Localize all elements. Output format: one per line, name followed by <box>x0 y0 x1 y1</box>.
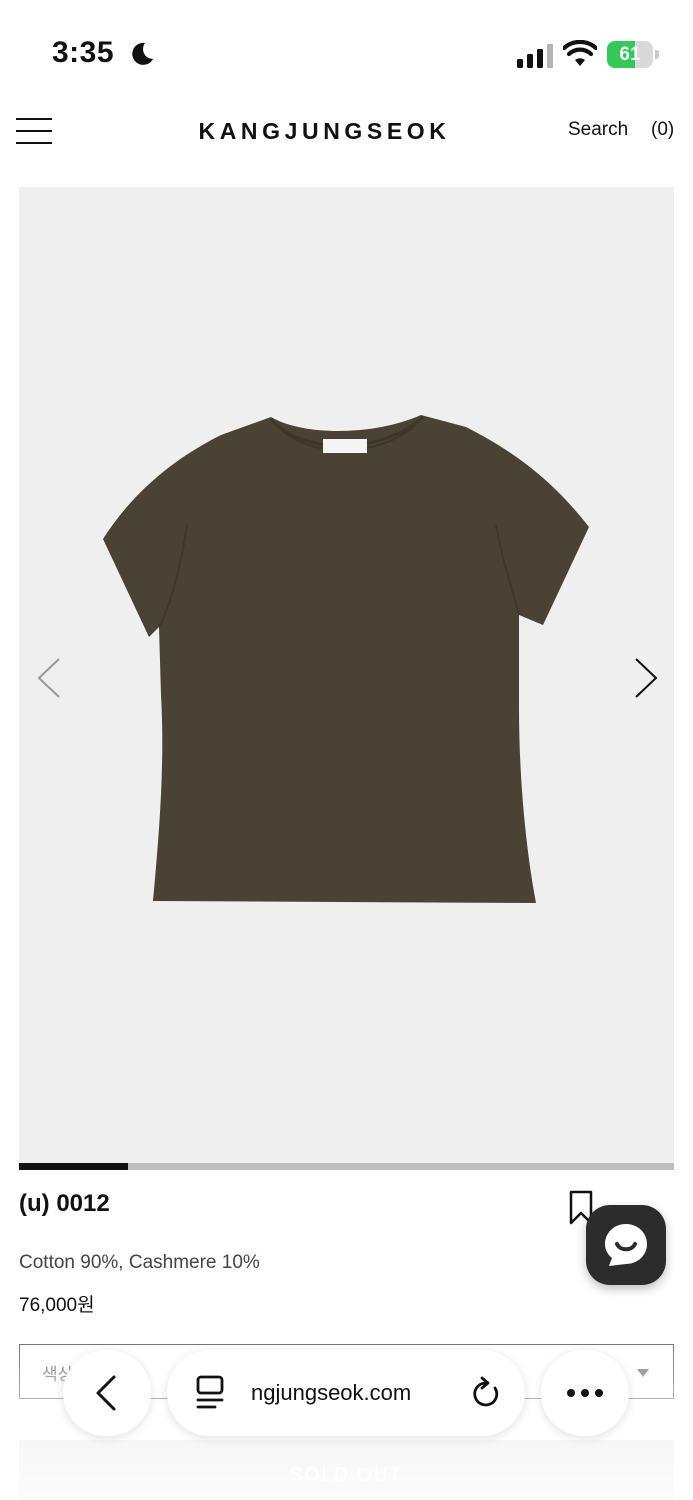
status-time: 3:35 <box>52 36 115 69</box>
browser-more-button[interactable] <box>541 1350 629 1436</box>
product-page: 3:35 61 KANGJUNGSEOK Search (0) (u) 0012… <box>0 0 693 1500</box>
moon-icon <box>132 42 153 65</box>
chevron-left-icon[interactable] <box>35 657 63 699</box>
reload-icon[interactable] <box>469 1376 503 1412</box>
product-material: Cotton 90%, Cashmere 10% <box>19 1252 260 1273</box>
chat-button[interactable] <box>586 1205 666 1285</box>
browser-back-button[interactable] <box>63 1350 151 1436</box>
wifi-icon <box>563 40 597 66</box>
url-text: ngjungseok.com <box>251 1380 412 1405</box>
product-price: 76,000원 <box>19 1295 95 1316</box>
search-link[interactable]: Search <box>568 119 628 141</box>
gallery-progress <box>19 1163 674 1170</box>
site-header: KANGJUNGSEOK Search (0) <box>0 100 693 164</box>
soldout-button[interactable]: SOLD OUT <box>19 1440 674 1500</box>
chat-icon <box>605 1224 647 1266</box>
product-gallery[interactable] <box>19 187 674 1163</box>
battery-icon: 61 <box>607 41 659 68</box>
signal-icon <box>517 44 553 68</box>
browser-address-bar[interactable]: ngjungseok.com <box>167 1350 525 1436</box>
back-icon <box>96 1375 116 1411</box>
chevron-right-icon[interactable] <box>632 657 660 699</box>
status-bar: 3:35 61 <box>0 0 693 100</box>
gallery-progress-fill <box>19 1163 129 1170</box>
cart-link[interactable]: (0) <box>651 119 674 141</box>
product-name: (u) 0012 <box>19 1190 110 1217</box>
more-icon <box>567 1389 603 1397</box>
battery-level: 61 <box>619 44 641 65</box>
tabs-icon <box>196 1375 224 1409</box>
chevron-down-icon <box>637 1369 649 1377</box>
product-image <box>103 415 589 903</box>
